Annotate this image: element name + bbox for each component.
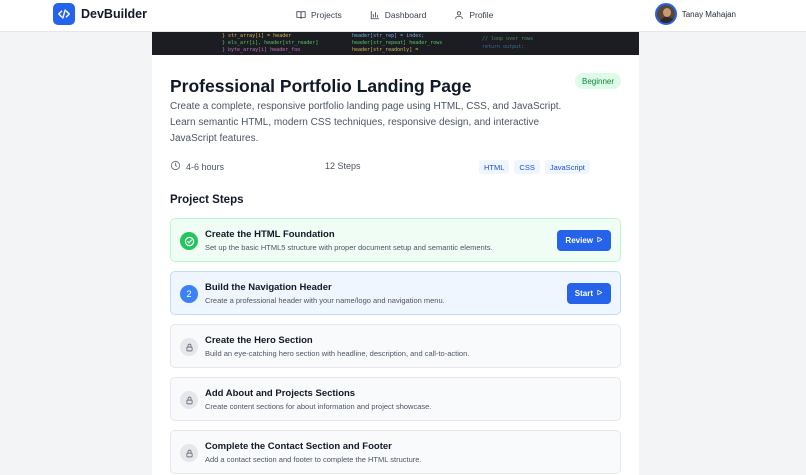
- svg-text:header[str_repeat] header_rows: header[str_repeat] header_rows: [352, 40, 442, 46]
- svg-text:header[str_readonly] =: header[str_readonly] =: [352, 47, 418, 53]
- play-icon: [596, 236, 603, 245]
- brand-logo[interactable]: DevBuilder: [53, 3, 147, 25]
- check-circle-icon: [180, 232, 198, 250]
- project-duration: 4-6 hours: [170, 160, 224, 173]
- step-item-2[interactable]: 2 Build the Navigation Header Create a p…: [170, 271, 621, 315]
- play-icon: [596, 289, 603, 298]
- difficulty-badge: Beginner: [575, 73, 622, 89]
- svg-text:} str_array[i] = header: } str_array[i] = header: [222, 33, 291, 39]
- steps-section-title: Project Steps: [170, 194, 244, 206]
- nav-projects-label: Projects: [311, 10, 342, 20]
- step-item-3: Create the Hero Section Build an eye-cat…: [170, 324, 621, 368]
- nav-dashboard-label: Dashboard: [384, 10, 427, 20]
- step-description: Add a contact section and footer to comp…: [205, 455, 422, 464]
- project-banner-image: } str_array[i] = header } els_arr[i], he…: [152, 32, 639, 55]
- project-description: Create a complete, responsive portfolio …: [170, 101, 562, 144]
- tech-tags: HTML CSS JavaScript: [479, 160, 590, 174]
- step-item-4: Add About and Projects Sections Create c…: [170, 377, 621, 421]
- step-description: Build an eye-catching hero section with …: [205, 349, 470, 358]
- user-name: Tanay Mahajan: [681, 9, 736, 19]
- step-title: Add About and Projects Sections: [205, 388, 356, 399]
- steps-count: 12 Steps: [325, 161, 361, 171]
- brand-name: DevBuilder: [81, 7, 147, 21]
- step-description: Create a professional header with your n…: [205, 296, 445, 305]
- lock-icon: [180, 338, 198, 356]
- main-nav: Projects Dashboard Profile: [296, 0, 521, 30]
- step-item-5: Complete the Contact Section and Footer …: [170, 430, 621, 474]
- top-navbar: DevBuilder Projects Dashboard Profile Ta…: [0, 0, 806, 32]
- step-title: Create the HTML Foundation: [205, 229, 335, 240]
- lock-icon: [180, 391, 198, 409]
- start-button[interactable]: Start: [566, 283, 611, 304]
- step-description: Create content sections for about inform…: [205, 402, 432, 411]
- svg-text:// loop over rows: // loop over rows: [482, 36, 533, 42]
- code-icon: [53, 3, 75, 25]
- svg-text:header[str_rep] = index;: header[str_rep] = index;: [352, 33, 424, 39]
- tag-javascript: JavaScript: [544, 160, 590, 174]
- step-title: Build the Navigation Header: [205, 282, 332, 293]
- book-icon: [296, 10, 306, 20]
- bar-chart-icon: [370, 10, 380, 20]
- code-screenshot-graphic: } str_array[i] = header } els_arr[i], he…: [152, 32, 639, 55]
- user-icon: [454, 10, 464, 20]
- step-description: Set up the basic HTML5 structure with pr…: [205, 243, 493, 252]
- avatar: [654, 3, 677, 25]
- step-title: Complete the Contact Section and Footer: [205, 441, 392, 452]
- user-menu[interactable]: Tanay Mahajan: [654, 3, 736, 25]
- nav-profile-label: Profile: [469, 10, 494, 20]
- project-card: } str_array[i] = header } els_arr[i], he…: [152, 32, 639, 475]
- duration-text: 4-6 hours: [186, 161, 225, 172]
- tag-css: CSS: [514, 160, 540, 174]
- nav-projects[interactable]: Projects: [296, 10, 342, 20]
- step-item-1[interactable]: Create the HTML Foundation Set up the ba…: [170, 218, 621, 262]
- review-button-label: Review: [565, 236, 593, 245]
- svg-text:return output;: return output;: [482, 44, 524, 50]
- step-title: Create the Hero Section: [205, 335, 313, 346]
- step-number: 2: [180, 285, 198, 303]
- project-title: Professional Portfolio Landing Page: [170, 76, 472, 96]
- svg-text:} byte_array[i] header_foo: } byte_array[i] header_foo: [222, 47, 300, 53]
- svg-text:} els_arr[i], header[str_reade: } els_arr[i], header[str_reader]: [222, 40, 318, 46]
- clock-icon: [170, 160, 181, 173]
- tag-html: HTML: [479, 160, 510, 174]
- start-button-label: Start: [574, 289, 593, 298]
- nav-profile[interactable]: Profile: [454, 10, 493, 20]
- review-button[interactable]: Review: [557, 230, 611, 251]
- nav-dashboard[interactable]: Dashboard: [370, 10, 427, 20]
- lock-icon: [180, 444, 198, 462]
